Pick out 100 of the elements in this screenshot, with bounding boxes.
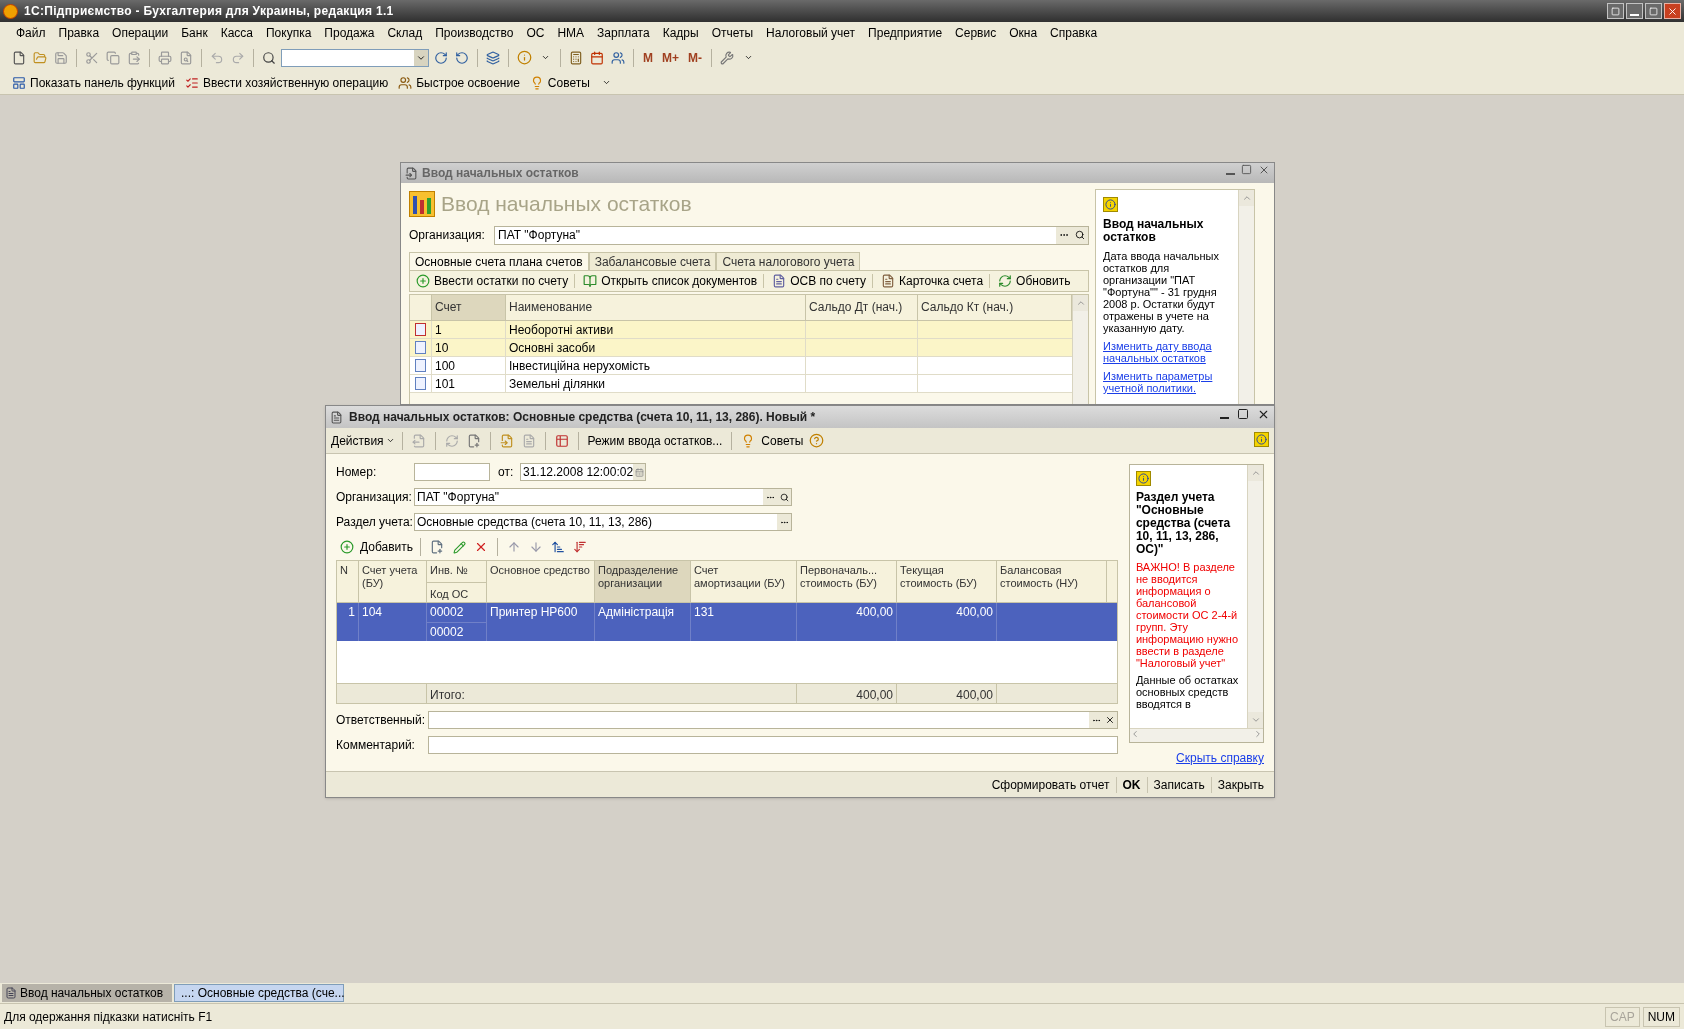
column-header[interactable]: Код ОС: [427, 582, 486, 602]
tips-button[interactable]: Советы: [761, 431, 804, 450]
menu-item[interactable]: Производство: [433, 24, 516, 42]
organization-field[interactable]: ПАТ "Фортуна": [414, 488, 792, 506]
tab[interactable]: Основные счета плана счетов: [409, 252, 589, 270]
section-field[interactable]: Основные средства (счета 10, 11, 13, 286): [414, 513, 792, 531]
copy-icon[interactable]: [466, 433, 481, 448]
column-header[interactable]: Основное средство: [487, 561, 594, 602]
column-header[interactable]: Подразделение организации: [595, 561, 690, 602]
hide-help-link[interactable]: Скрыть справку: [1176, 749, 1264, 767]
action-button[interactable]: ОСВ по счету: [790, 272, 867, 290]
help-link[interactable]: Изменить параметры учетной политики.: [1103, 370, 1231, 394]
menu-item[interactable]: Касса: [218, 24, 255, 42]
arrow-icon[interactable]: [411, 433, 426, 448]
report-icon[interactable]: [772, 274, 787, 288]
number-field[interactable]: [414, 463, 490, 481]
panel-icon[interactable]: [12, 75, 26, 90]
action-button[interactable]: Обновить: [1016, 272, 1071, 290]
memory-button[interactable]: M+: [659, 48, 682, 67]
restore-button[interactable]: [1607, 3, 1624, 19]
taskbar-item[interactable]: ...: Основные средства (сче...: [174, 984, 344, 1002]
column-header[interactable]: Первоначаль... стоимость (БУ): [797, 561, 896, 602]
taskbar-item[interactable]: Ввод начальных остатков: [2, 984, 172, 1002]
sort-ascending-icon[interactable]: [551, 540, 566, 554]
sort-descending-icon[interactable]: [573, 540, 588, 554]
dropdown-icon[interactable]: [540, 53, 550, 62]
dialog-button[interactable]: Закрыть: [1211, 775, 1270, 794]
card-icon[interactable]: [881, 274, 896, 288]
toolbar-button[interactable]: Ввести хозяйственную операцию: [202, 73, 389, 92]
column-header[interactable]: Счет амортизации (БУ): [691, 561, 796, 602]
paste-icon[interactable]: [127, 50, 141, 65]
menu-item[interactable]: Справка: [1048, 24, 1100, 42]
dialog-button[interactable]: Записать: [1147, 775, 1211, 794]
cut-icon[interactable]: [85, 50, 99, 65]
menu-item[interactable]: Отчеты: [709, 24, 756, 42]
search-combobox[interactable]: [281, 48, 429, 67]
redo-icon[interactable]: [231, 50, 245, 65]
tab[interactable]: Забалансовые счета: [588, 252, 717, 270]
calendar-icon[interactable]: [590, 50, 604, 65]
column-header[interactable]: Счет: [432, 295, 506, 320]
find-previous-icon[interactable]: [455, 50, 469, 65]
add-button[interactable]: Добавить: [360, 538, 414, 556]
menu-item[interactable]: Правка: [56, 24, 102, 42]
toolbar-button[interactable]: Советы: [547, 73, 590, 92]
dropdown-icon[interactable]: [602, 78, 612, 87]
table-row[interactable]: 1 104 00002 00002 Принтер HP600 Адміністрація 131 400,00 400,00: [337, 603, 1117, 641]
column-header[interactable]: Сальдо Дт (нач.): [806, 295, 918, 320]
dialog-button[interactable]: OK: [1116, 775, 1147, 794]
windows-icon[interactable]: [486, 50, 500, 65]
menu-item[interactable]: Склад: [385, 24, 425, 42]
column-header[interactable]: Счет учета (БУ): [359, 561, 426, 602]
calculator-icon[interactable]: [569, 50, 583, 65]
refresh-icon[interactable]: [998, 274, 1013, 288]
document-icon[interactable]: [184, 75, 199, 90]
add-icon[interactable]: [416, 274, 430, 288]
menu-item[interactable]: Покупка: [264, 24, 314, 42]
up-icon[interactable]: [507, 540, 522, 554]
menu-item[interactable]: Операции: [110, 24, 171, 42]
mode-button[interactable]: Режим ввода остатков...: [585, 431, 725, 450]
menu-item[interactable]: Сервис: [953, 24, 999, 42]
new-file-icon[interactable]: [12, 50, 26, 65]
column-header[interactable]: Текущая стоимость (БУ): [897, 561, 996, 602]
document-icon[interactable]: [521, 433, 536, 448]
minimize-button[interactable]: [1626, 3, 1643, 19]
users-icon[interactable]: [611, 50, 625, 65]
undo-icon[interactable]: [210, 50, 224, 65]
wrench-icon[interactable]: [720, 50, 734, 65]
help-link[interactable]: Изменить дату ввода начальных остатков: [1103, 340, 1231, 364]
info-icon[interactable]: [516, 50, 532, 65]
column-header[interactable]: Инв. №: [427, 561, 486, 582]
find-next-icon[interactable]: [434, 50, 448, 65]
tab[interactable]: Счета налогового учета: [716, 252, 861, 270]
debit-credit-icon[interactable]: [554, 433, 569, 448]
responsible-field[interactable]: [428, 711, 1118, 729]
people-icon[interactable]: [398, 75, 413, 90]
menu-item[interactable]: Кадры: [660, 24, 701, 42]
menu-item[interactable]: Налоговый учет: [764, 24, 858, 42]
menu-item[interactable]: Окна: [1007, 24, 1040, 42]
refresh-icon[interactable]: [444, 433, 459, 448]
date-field[interactable]: 31.12.2008 12:00:02: [520, 463, 646, 481]
memory-button[interactable]: M-: [685, 48, 705, 67]
memory-button[interactable]: M: [640, 48, 656, 67]
column-header[interactable]: N: [337, 561, 358, 602]
help-icon[interactable]: [808, 433, 824, 448]
edit-icon[interactable]: [452, 540, 466, 554]
action-button[interactable]: Ввести остатки по счету: [434, 272, 569, 290]
search-icon[interactable]: [262, 50, 276, 65]
menu-item[interactable]: Файл: [14, 24, 48, 42]
print-icon[interactable]: [158, 50, 172, 65]
menu-item[interactable]: НМА: [555, 24, 587, 42]
menu-item[interactable]: Предприятие: [866, 24, 945, 42]
copy-icon[interactable]: [430, 540, 445, 554]
action-button[interactable]: Открыть список документов: [601, 272, 758, 290]
add-icon[interactable]: [340, 540, 354, 554]
column-header[interactable]: Балансовая стоимость (НУ): [997, 561, 1106, 602]
column-header[interactable]: Наименование: [506, 295, 806, 320]
copy-icon[interactable]: [106, 50, 120, 65]
toolbar-button[interactable]: Быстрое освоение: [416, 73, 520, 92]
menu-item[interactable]: ОС: [524, 24, 547, 42]
dialog-button[interactable]: Сформировать отчет: [985, 775, 1116, 794]
